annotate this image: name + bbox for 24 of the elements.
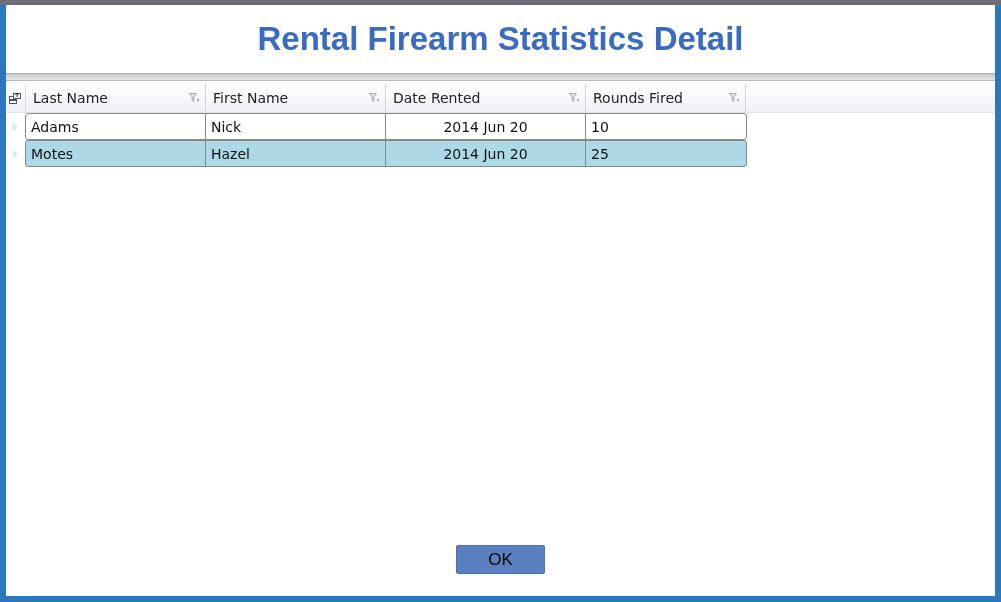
filter-icon[interactable] [369,93,380,103]
filter-icon[interactable] [569,93,580,103]
splitter-bar[interactable] [6,73,995,81]
table-cell: Hazel [206,141,386,166]
row-indicator-icon [13,122,18,131]
row-indicator-icon [13,149,18,158]
column-header[interactable]: Date Rented [386,84,586,112]
table-cell-text: 10 [590,117,610,137]
column-header[interactable]: Last Name [26,84,206,112]
ok-button[interactable]: OK [456,545,545,574]
filter-icon[interactable] [189,93,200,103]
column-header[interactable]: Rounds Fired [586,84,746,112]
table-row[interactable]: Adams Nick 2014 Jun 20 10 [25,113,747,140]
table-cell: Motes [26,141,206,166]
table-cell: Adams [26,114,206,139]
filter-icon[interactable] [729,93,740,103]
table-cell: 2014 Jun 20 [386,141,586,166]
column-header[interactable]: First Name [206,84,386,112]
table-cell: Nick [206,114,386,139]
table-row[interactable]: Motes Hazel 2014 Jun 20 25 [25,140,747,167]
table-cell: 2014 Jun 20 [386,114,586,139]
table-cell-text: 25 [590,144,610,164]
dialog-title: Rental Firearm Statistics Detail [257,20,744,58]
column-chooser-icon[interactable] [9,91,22,105]
